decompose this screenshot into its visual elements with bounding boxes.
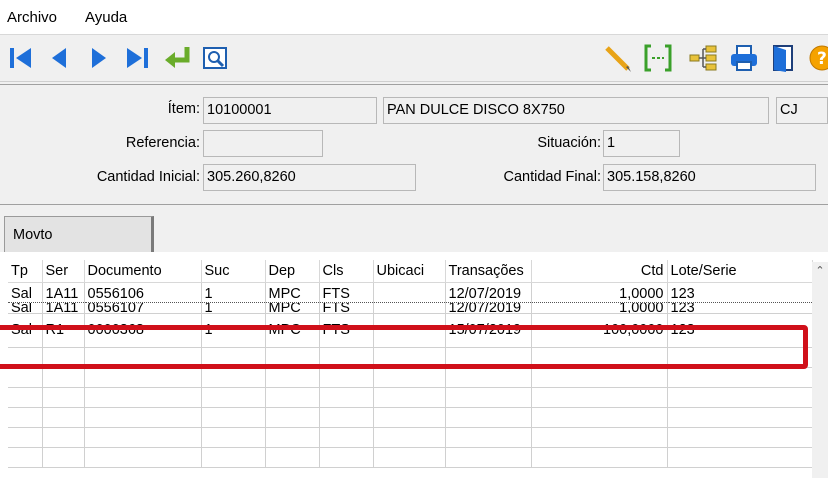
menu-bar: Archivo Ayuda — [0, 0, 828, 34]
exit-button[interactable] — [766, 41, 800, 75]
cell-ctd: 1,0000 — [531, 281, 668, 303]
cell-ctd: 100,0000 — [531, 313, 668, 348]
range-button[interactable] — [641, 41, 675, 75]
reference-field[interactable] — [203, 130, 323, 157]
preview-icon — [203, 47, 227, 69]
cell-cls: FTS — [319, 281, 374, 303]
cell-documento: 0000368 — [84, 313, 202, 348]
empty-row[interactable] — [8, 427, 813, 448]
cell-cls: FTS — [319, 313, 374, 348]
print-button[interactable] — [727, 41, 761, 75]
cell-dep: MPC — [265, 302, 320, 314]
cell-suc: 1 — [201, 302, 266, 314]
col-header-suc[interactable]: Suc — [201, 260, 266, 283]
movements-grid: Tp Ser Documento Suc Dep Cls Ubicaci Tra… — [0, 252, 828, 478]
empty-row[interactable] — [8, 387, 813, 408]
final-quantity-label: Cantidad Final: — [503, 169, 601, 185]
last-record-icon — [127, 48, 148, 68]
cell-dep: MPC — [265, 313, 320, 348]
enter-button[interactable] — [160, 41, 194, 75]
next-record-button[interactable] — [82, 41, 116, 75]
final-quantity-field[interactable]: 305.158,8260 — [603, 164, 816, 191]
tab-strip: Movto — [0, 204, 828, 252]
cell-cls: FTS — [319, 302, 374, 314]
help-icon: ? — [809, 45, 828, 71]
col-header-ser[interactable]: Ser — [42, 260, 85, 283]
cell-ser: R1 — [42, 313, 85, 348]
cell-transacoes: 12/07/2019 — [445, 281, 532, 303]
col-header-documento[interactable]: Documento — [84, 260, 202, 283]
item-code-field[interactable]: 10100001 — [203, 97, 377, 124]
col-header-lote-serie[interactable]: Lote/Serie — [667, 260, 813, 283]
col-header-cls[interactable]: Cls — [319, 260, 374, 283]
cell-ubicaci — [373, 313, 446, 348]
cell-transacoes: 12/07/2019 — [445, 302, 532, 314]
cell-lote-serie: 123 — [667, 313, 813, 348]
situation-field[interactable]: 1 — [603, 130, 680, 157]
empty-row[interactable] — [8, 347, 813, 368]
first-record-button[interactable] — [4, 41, 38, 75]
tab-movto[interactable]: Movto — [4, 216, 154, 252]
item-header-panel: Ítem: 10100001 PAN DULCE DISCO 8X750 CJ … — [0, 84, 828, 204]
cell-documento: 0556106 — [84, 281, 202, 303]
grid-vertical-scrollbar[interactable]: ⌃ — [812, 262, 828, 478]
cell-ser: 1A11 — [42, 302, 85, 314]
table-row[interactable]: Sal 1A11 0556106 1 MPC FTS 12/07/2019 1,… — [8, 281, 813, 303]
situation-label: Situación: — [537, 135, 601, 151]
cell-transacoes: 15/07/2019 — [445, 313, 532, 348]
next-record-icon — [92, 48, 106, 68]
toolbar: ? — [0, 34, 828, 82]
item-label: Ítem: — [167, 101, 200, 117]
table-row[interactable]: Sal 1A11 0556107 1 MPC FTS 12/07/2019 1,… — [8, 302, 813, 314]
last-record-button[interactable] — [120, 41, 154, 75]
cell-lote-serie: 123 — [667, 302, 813, 314]
col-header-transacoes[interactable]: Transações — [445, 260, 532, 283]
menu-archivo[interactable]: Archivo — [7, 9, 57, 26]
cell-suc: 1 — [201, 281, 266, 303]
previous-record-button[interactable] — [42, 41, 76, 75]
cell-ubicaci — [373, 281, 446, 303]
item-unit-field[interactable]: CJ — [776, 97, 828, 124]
cell-tp: Sal — [8, 281, 43, 303]
enter-icon — [165, 47, 190, 68]
initial-quantity-label: Cantidad Inicial: — [96, 169, 200, 185]
cell-tp: Sal — [8, 313, 43, 348]
preview-button[interactable] — [198, 41, 232, 75]
cell-dep: MPC — [265, 281, 320, 303]
item-description-field[interactable]: PAN DULCE DISCO 8X750 — [383, 97, 769, 124]
col-header-dep[interactable]: Dep — [265, 260, 320, 283]
help-button[interactable]: ? — [802, 41, 828, 75]
svg-text:?: ? — [817, 49, 827, 69]
menu-ayuda[interactable]: Ayuda — [85, 9, 127, 26]
reference-label: Referencia: — [125, 135, 200, 151]
cell-suc: 1 — [201, 313, 266, 348]
tree-icon — [689, 45, 717, 71]
pencil-icon — [605, 46, 631, 72]
empty-row[interactable] — [8, 407, 813, 428]
exit-door-icon — [773, 45, 793, 72]
table-row[interactable]: Sal R1 0000368 1 MPC FTS 15/07/2019 100,… — [8, 313, 813, 348]
cell-tp: Sal — [8, 302, 43, 314]
empty-row[interactable] — [8, 367, 813, 388]
previous-record-icon — [52, 48, 66, 68]
empty-row[interactable] — [8, 447, 813, 468]
cell-lote-serie: 123 — [667, 281, 813, 303]
range-bracket-icon — [644, 44, 672, 72]
initial-quantity-field[interactable]: 305.260,8260 — [203, 164, 416, 191]
col-header-tp[interactable]: Tp — [8, 260, 43, 283]
first-record-icon — [10, 48, 31, 68]
scroll-up-arrow-icon[interactable]: ⌃ — [812, 262, 828, 278]
tree-button[interactable] — [686, 41, 720, 75]
print-icon — [731, 45, 757, 71]
col-header-ctd[interactable]: Ctd — [531, 260, 668, 283]
cell-ctd: 1,0000 — [531, 302, 668, 314]
movements-table: Tp Ser Documento Suc Dep Cls Ubicaci Tra… — [8, 260, 813, 468]
grid-header-row: Tp Ser Documento Suc Dep Cls Ubicaci Tra… — [8, 260, 813, 283]
cell-ubicaci — [373, 302, 446, 314]
col-header-ubicaci[interactable]: Ubicaci — [373, 260, 446, 283]
cell-documento: 0556107 — [84, 302, 202, 314]
cell-ser: 1A11 — [42, 281, 85, 303]
edit-button[interactable] — [600, 41, 634, 75]
